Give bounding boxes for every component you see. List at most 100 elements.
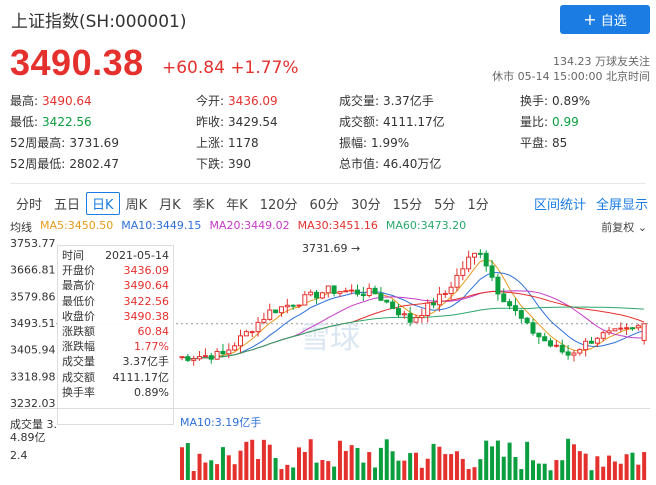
volume-bar bbox=[337, 440, 342, 480]
volume-bar bbox=[630, 452, 635, 480]
stat-label: 52周最高: bbox=[10, 136, 66, 150]
tab-分时[interactable]: 分时 bbox=[10, 192, 48, 215]
y-axis-label: 3666.81 bbox=[10, 264, 56, 277]
tab-季K[interactable]: 季K bbox=[187, 192, 221, 215]
candle-body bbox=[542, 336, 548, 342]
tab-年K[interactable]: 年K bbox=[220, 192, 254, 215]
volume-bar bbox=[449, 454, 454, 480]
chart-tools: 区间统计 全屏显示 bbox=[534, 194, 648, 213]
ma10-line bbox=[181, 272, 645, 360]
volume-bar bbox=[390, 451, 395, 480]
volume-bar bbox=[454, 451, 459, 480]
tab-30分[interactable]: 30分 bbox=[345, 192, 387, 215]
volume-bar bbox=[560, 460, 565, 480]
stat-value: 2802.47 bbox=[69, 157, 119, 171]
volume-bar bbox=[419, 467, 424, 480]
candle-body bbox=[442, 292, 448, 295]
volume-bar bbox=[472, 467, 477, 480]
high-marker: 3731.69 → bbox=[302, 242, 360, 255]
volume-bar bbox=[261, 439, 266, 480]
tab-15分[interactable]: 15分 bbox=[387, 192, 429, 215]
candle-body bbox=[489, 265, 495, 278]
volume-axis-label: 4.89亿 bbox=[10, 431, 46, 444]
volume-bar bbox=[238, 450, 243, 480]
candle-body bbox=[226, 349, 232, 355]
candle-body bbox=[454, 274, 460, 288]
tooltip-label: 涨跌幅 bbox=[62, 340, 95, 354]
tab-120分[interactable]: 120分 bbox=[254, 192, 304, 215]
candle-body bbox=[208, 355, 214, 360]
candle-body bbox=[202, 355, 208, 358]
candle-body bbox=[512, 305, 518, 312]
tab-五日[interactable]: 五日 bbox=[48, 192, 86, 215]
stat-label: 换手: bbox=[520, 94, 549, 108]
tooltip-value: 3422.56 bbox=[123, 294, 170, 308]
volume-bar bbox=[460, 458, 465, 480]
volume-bar bbox=[437, 446, 442, 480]
tab-月K[interactable]: 月K bbox=[153, 192, 187, 215]
candle-body bbox=[319, 292, 325, 299]
volume-axis-label: 成交量 3. bbox=[10, 417, 57, 431]
ma30-line bbox=[181, 291, 645, 360]
candle-body bbox=[530, 322, 536, 334]
candle-body bbox=[296, 304, 302, 307]
tooltip-row: 涨跌额 60.84 bbox=[62, 324, 169, 339]
stat-value: 1178 bbox=[228, 136, 259, 150]
candle-tooltip: 时间 2021-05-14 开盘价 3436.09 最高价 3490.64 最低价 3422.… bbox=[57, 245, 174, 425]
candle-body bbox=[571, 352, 577, 356]
stat-value: 0.99 bbox=[552, 115, 579, 129]
volume-bar bbox=[636, 464, 641, 480]
range-stats-button[interactable]: 区间统计 bbox=[534, 194, 586, 213]
volume-bar bbox=[431, 443, 436, 480]
tab-60分[interactable]: 60分 bbox=[304, 192, 346, 215]
volume-bar bbox=[484, 440, 489, 480]
candle-body bbox=[583, 340, 589, 351]
volume-bar bbox=[595, 456, 600, 480]
volume-bar bbox=[273, 457, 278, 480]
candle-body bbox=[249, 331, 255, 334]
stat-label: 量比: bbox=[520, 115, 549, 129]
volume-bar bbox=[478, 459, 483, 480]
stat-label: 昨收: bbox=[196, 115, 225, 129]
stat-item: 最高: 3490.64 bbox=[10, 92, 92, 109]
volume-bar bbox=[185, 443, 190, 480]
stat-value: 0.89% bbox=[552, 94, 591, 108]
tooltip-label: 最低价 bbox=[62, 294, 95, 308]
tab-日K[interactable]: 日K bbox=[86, 192, 120, 215]
candle-body bbox=[185, 356, 191, 361]
candle-body bbox=[600, 332, 606, 339]
tooltip-row: 换手率 0.89% bbox=[62, 385, 169, 400]
stat-label: 52周最低: bbox=[10, 157, 66, 171]
tab-1分[interactable]: 1分 bbox=[461, 192, 494, 215]
tooltip-label: 成交额 bbox=[62, 370, 95, 384]
candle-body bbox=[273, 309, 279, 314]
tooltip-label: 收盘价 bbox=[62, 309, 95, 323]
tooltip-row: 最高价 3490.64 bbox=[62, 278, 169, 293]
candle-body bbox=[366, 287, 372, 296]
candle-body bbox=[179, 356, 185, 359]
tab-5分[interactable]: 5分 bbox=[428, 192, 461, 215]
volume-bar bbox=[425, 458, 430, 480]
stat-item: 成交额: 4111.17亿 bbox=[339, 113, 445, 130]
volume-bar bbox=[601, 466, 606, 480]
volume-bar bbox=[343, 450, 348, 480]
stat-item: 昨收: 3429.54 bbox=[196, 113, 278, 130]
tab-周K[interactable]: 周K bbox=[120, 192, 154, 215]
candle-body bbox=[308, 291, 314, 296]
volume-bar bbox=[279, 469, 284, 480]
candle-body bbox=[483, 252, 489, 267]
candle-body bbox=[612, 328, 618, 332]
add-watchlist-button[interactable]: + 自选 bbox=[560, 5, 650, 34]
candle-body bbox=[635, 325, 641, 329]
candle-body bbox=[191, 358, 197, 361]
candle-body bbox=[220, 350, 226, 355]
fullscreen-button[interactable]: 全屏显示 bbox=[596, 194, 648, 213]
candle-body bbox=[589, 340, 594, 344]
volume-bar bbox=[373, 467, 378, 480]
candle-body bbox=[302, 294, 308, 306]
candle-body bbox=[290, 304, 296, 307]
candle-body bbox=[238, 335, 243, 347]
volume-bar bbox=[624, 454, 629, 480]
candle-body bbox=[524, 317, 530, 324]
candle-body bbox=[267, 309, 273, 320]
